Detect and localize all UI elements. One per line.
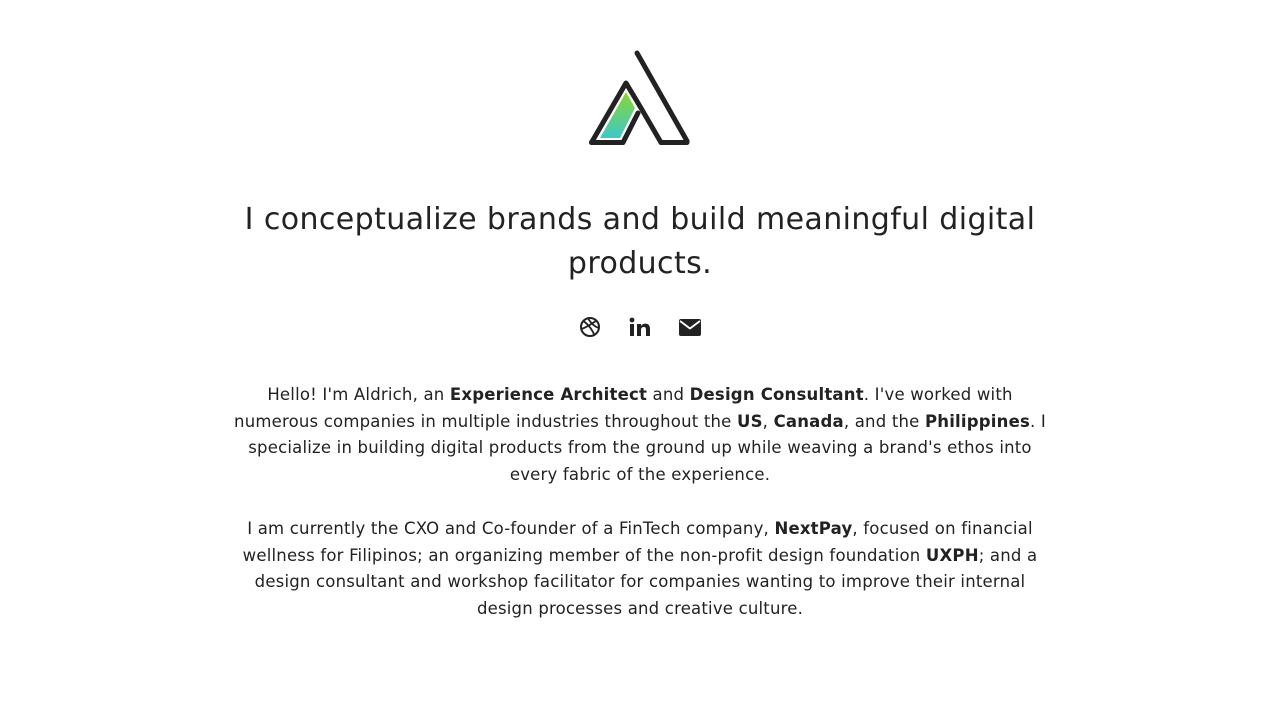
company-nextpay: NextPay (774, 519, 853, 538)
dribbble-icon (580, 317, 600, 337)
linkedin-link[interactable] (627, 312, 653, 342)
brand-logo (588, 50, 692, 146)
role-experience-architect: Experience Architect (449, 385, 648, 404)
page-headline: I conceptualize brands and build meaning… (244, 202, 1036, 281)
country-canada: Canada (773, 411, 844, 431)
country-philippines: Philippines (924, 411, 1030, 431)
org-uxph: UXPH (925, 545, 979, 565)
page: I conceptualize brands and build meaning… (0, 0, 1280, 720)
linkedin-icon (629, 317, 650, 336)
dribbble-link[interactable] (577, 312, 603, 342)
email-link[interactable] (677, 312, 703, 342)
social-links (560, 312, 720, 344)
role-design-consultant: Design Consultant (689, 385, 864, 404)
envelope-icon (679, 319, 701, 336)
current-work-paragraph: I am currently the CXO and Co-founder of… (242, 519, 1038, 618)
country-us: US (736, 411, 763, 431)
intro-paragraph: Hello! I'm Aldrich, an Experience Archit… (234, 385, 1046, 484)
